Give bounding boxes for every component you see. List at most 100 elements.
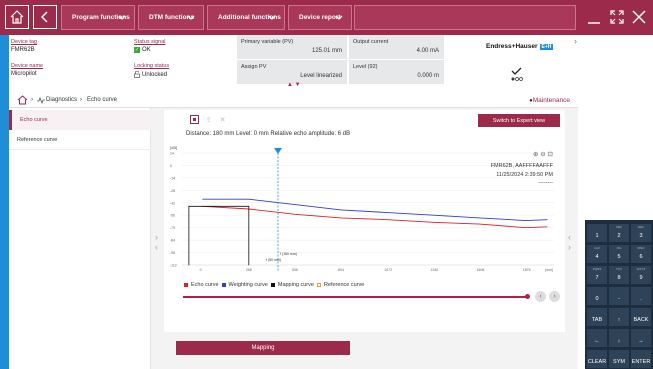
legend-weighting-swatch (221, 283, 226, 287)
key-label: 2 (617, 233, 621, 239)
x-tick-label: 1608 (477, 268, 485, 272)
data-point (546, 226, 548, 228)
key--[interactable]: - (609, 287, 629, 305)
menu-additional-functions[interactable]: Additional functions (207, 5, 285, 30)
record-icon[interactable] (190, 115, 199, 124)
x-tick-label: [mm] (545, 268, 553, 272)
menu-device-report[interactable]: Device report (288, 5, 352, 30)
fullscreen-icon[interactable] (606, 5, 628, 29)
history-slider-thumb[interactable] (525, 294, 530, 299)
back-icon[interactable] (33, 5, 57, 29)
key-9[interactable]: WXYZ 9 (631, 266, 651, 284)
key-label: BACK (633, 317, 649, 323)
output-current-label: Output current (353, 39, 389, 45)
key-tab[interactable]: TAB (587, 308, 607, 326)
key-5[interactable]: JKL 5 (609, 245, 629, 263)
collapse-nav-chevron-icon[interactable]: › ‹ (155, 232, 158, 252)
breadcrumb-echo-curve[interactable]: Echo curve (87, 97, 117, 103)
switch-to-expert-view-button[interactable]: Switch to Expert view (478, 114, 560, 127)
primary-variable-box: Primary variable (PV) 125.01 mm (237, 35, 347, 59)
nav-item-echo-curve[interactable]: Echo curve (9, 110, 151, 130)
key-6[interactable]: MNO 6 (631, 245, 651, 263)
zoom-out-icon[interactable]: ⊖ (540, 151, 545, 158)
locking-status-label[interactable]: Locking status (134, 63, 169, 69)
legend-mapping[interactable]: Mapping curve (278, 282, 314, 288)
expand-keypad-chevron-icon[interactable]: ‹ › (568, 232, 571, 252)
locking-status-value: Unlocked (142, 71, 168, 78)
y-tick-label: 14 (170, 152, 174, 156)
mapping-button[interactable]: Mapping (176, 341, 350, 355)
y-axis-label: [dB] (170, 145, 177, 150)
key-clear[interactable]: CLEAR (587, 350, 607, 368)
breadcrumb-separator: › (31, 97, 33, 103)
menu-dtm-functions[interactable]: DTM functions (138, 5, 204, 30)
trash-icon[interactable]: ✕ (218, 115, 227, 124)
status-signal-label[interactable]: Status signal (134, 39, 166, 45)
y-tick-label: -42 (170, 201, 175, 205)
level-value: 0.000 m (417, 73, 439, 79)
level-label: Level (92) (353, 64, 378, 70)
history-slider-track[interactable] (183, 296, 528, 298)
header-collapse-arrows-icon[interactable]: ▲ ▼ (287, 82, 301, 88)
key-2[interactable]: ABC 2 (609, 224, 629, 242)
key-.[interactable]: . (631, 287, 651, 305)
breadcrumb-diagnostics[interactable]: Diagnostics (46, 97, 77, 103)
next-icon[interactable]: › (549, 291, 560, 302)
y-tick-label: -112 (170, 264, 177, 268)
nav-item-reference-curve[interactable]: Reference curve (9, 130, 151, 150)
key-label: ← (594, 338, 600, 344)
assign-pv-value: Level linearized (300, 73, 342, 79)
key-0[interactable]: 0 (587, 287, 607, 305)
key-label: SYM (613, 359, 625, 365)
key-→[interactable]: → (631, 329, 651, 347)
zoom-in-icon[interactable]: ⊕ (533, 151, 538, 158)
key-7[interactable]: PQRS 7 (587, 266, 607, 284)
upload-icon[interactable]: ⇪ (204, 115, 213, 124)
legend-mapping-swatch (270, 283, 275, 287)
zoom-fit-icon[interactable]: ⊡ (548, 151, 553, 158)
key-4[interactable]: GHI 4 (587, 245, 607, 263)
previous-icon[interactable]: ‹ (535, 291, 546, 302)
device-tag-label[interactable]: Device tag (11, 39, 37, 45)
zoom-controls[interactable]: ⊕ ⊖ ⊡ (533, 150, 553, 158)
chart-legend: Echo curve Weighting curve Mapping curve… (184, 282, 364, 288)
header-expand-chevron-icon[interactable]: › (574, 36, 577, 46)
key-1[interactable]: 1 (587, 224, 607, 242)
key-label: 6 (639, 254, 643, 260)
endress-hauser-logo: Endress+Hauser E+H (486, 43, 554, 50)
legend-weighting[interactable]: Weighting curve (229, 282, 268, 288)
maintenance-user[interactable]: ●Maintenance (529, 97, 570, 104)
key-↑[interactable]: ↑ (609, 308, 629, 326)
close-icon[interactable] (628, 5, 650, 29)
legend-reference[interactable]: Reference curve (324, 282, 364, 288)
assign-pv-box: Assign PV Level linearized (237, 60, 347, 84)
legend-echo-swatch (184, 283, 188, 287)
key-↓[interactable]: ↓ (609, 329, 629, 347)
nav-item-label: Reference curve (17, 136, 58, 143)
key-8[interactable]: TUV 8 (609, 266, 629, 284)
x-tick-label: 804 (338, 268, 344, 272)
key-enter[interactable]: ENTER (631, 350, 651, 368)
x-tick-label: 0 (200, 268, 202, 272)
side-navigation: Echo curve Reference curve (9, 108, 151, 369)
minimize-icon[interactable] (583, 5, 605, 29)
key-sub-letters: MNO (637, 246, 645, 250)
device-status-ok-icon (511, 67, 523, 81)
level-box: Level (92) 0.000 m (349, 60, 444, 84)
key-sub-letters: PQRS (592, 267, 602, 271)
legend-echo[interactable]: Echo curve (191, 282, 219, 288)
device-name-label[interactable]: Device name (11, 63, 43, 69)
key-←[interactable]: ← (587, 329, 607, 347)
data-point (525, 220, 527, 221)
key-back[interactable]: BACK (631, 308, 651, 326)
key-3[interactable]: DEF 3 (631, 224, 651, 242)
key-sym[interactable]: SYM (609, 350, 629, 368)
home-icon[interactable] (17, 95, 28, 105)
key-label: 3 (639, 233, 643, 239)
menu-program-functions[interactable]: Program functions (61, 5, 135, 30)
primary-variable-value: 125.01 mm (311, 48, 342, 54)
home-icon[interactable] (5, 5, 29, 29)
data-point (433, 214, 434, 216)
x-tick-label: 536 (292, 268, 298, 272)
y-tick-label: -98 (170, 251, 175, 255)
